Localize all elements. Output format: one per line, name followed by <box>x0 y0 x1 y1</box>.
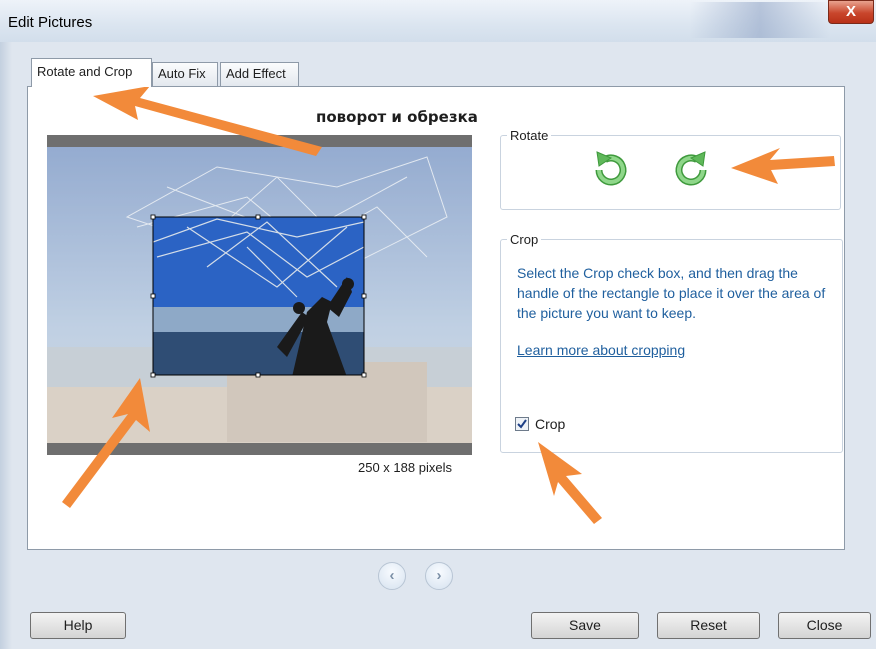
close-button[interactable]: Close <box>778 612 871 639</box>
window-close-button[interactable]: X <box>828 0 874 24</box>
rotate-group-label: Rotate <box>507 128 552 143</box>
crop-checkbox-label[interactable]: Crop <box>535 416 565 432</box>
crop-instructions: Select the Crop check box, and then drag… <box>517 265 826 321</box>
tab-add-effect[interactable]: Add Effect <box>220 62 299 86</box>
picture-size-label: 250 x 188 pixels <box>358 460 452 475</box>
crop-checkbox[interactable] <box>515 417 529 431</box>
tab-rotate-and-crop[interactable]: Rotate and Crop <box>31 58 152 87</box>
help-button[interactable]: Help <box>30 612 126 639</box>
window-title: Edit Pictures <box>8 14 93 31</box>
checkmark-icon <box>517 419 527 429</box>
tab-auto-fix[interactable]: Auto Fix <box>152 62 218 86</box>
rotate-right-icon[interactable] <box>671 150 711 190</box>
save-button[interactable]: Save <box>531 612 639 639</box>
title-bar: Edit Pictures X <box>0 0 876 42</box>
rotate-left-icon[interactable] <box>591 150 631 190</box>
learn-more-cropping-link[interactable]: Learn more about cropping <box>517 342 685 358</box>
crop-group-label: Crop <box>507 232 542 247</box>
reset-button[interactable]: Reset <box>657 612 760 639</box>
title-bar-blur <box>690 2 830 38</box>
picture-preview <box>47 135 472 455</box>
annotation-label: поворот и обрезка <box>316 108 478 126</box>
window-frame-edge <box>0 42 12 649</box>
previous-picture-button[interactable]: ‹ <box>378 562 406 590</box>
picture-image <box>47 147 472 443</box>
next-picture-button[interactable]: › <box>425 562 453 590</box>
